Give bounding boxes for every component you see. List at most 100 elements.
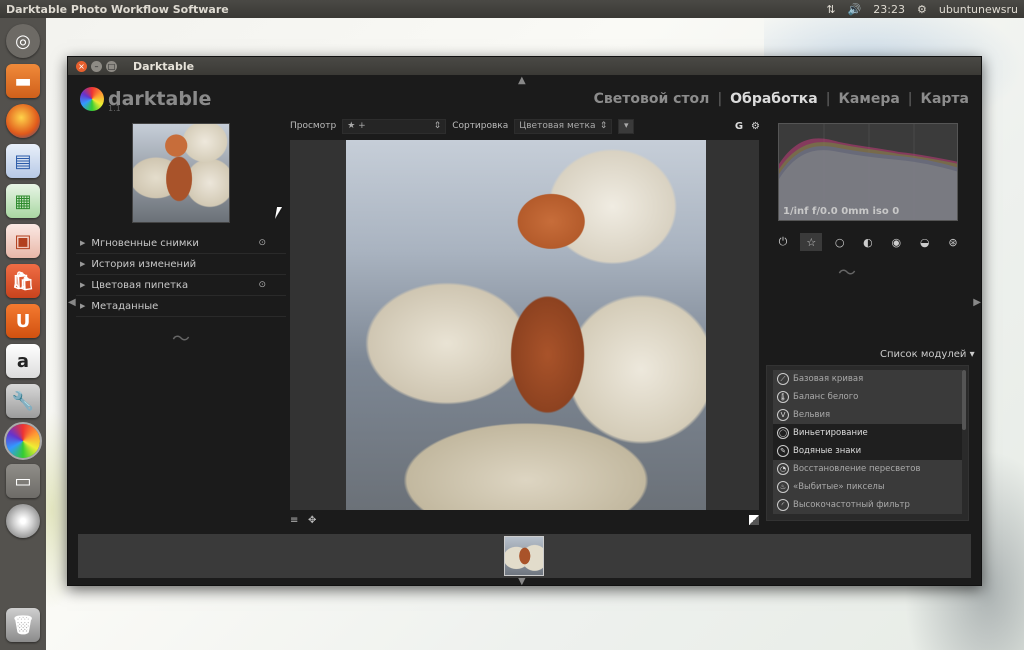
module-highpass[interactable]: ◜ Высокочастотный фильтр — [773, 496, 962, 514]
expand-triangle-icon: ▶ — [80, 302, 86, 310]
favorites-icon[interactable]: ☆ — [800, 233, 823, 251]
module-label: Базовая кривая — [793, 374, 864, 384]
module-vignette[interactable]: ◯ Виньетирование — [773, 424, 962, 442]
module-list-header[interactable]: Список модулей ▾ — [880, 349, 975, 360]
grouping-icon[interactable]: G — [735, 121, 743, 132]
active-modules-icon[interactable]: ⏻ — [772, 233, 794, 251]
watermark-icon: ✎ — [777, 445, 789, 457]
vignette-icon: ◯ — [777, 427, 789, 439]
highlight-icon: ◔ — [777, 463, 789, 475]
module-groups: ⏻ ☆ ○ ◐ ◉ ◒ ⊛ — [768, 233, 968, 251]
darktable-logo-icon — [80, 87, 104, 111]
overlay-icon[interactable]: ✥ — [308, 515, 316, 526]
impress-icon[interactable]: ▣ — [6, 224, 40, 258]
view-darkroom[interactable]: Обработка — [730, 91, 818, 107]
module-white-balance[interactable]: 🌡 Баланс белого — [773, 388, 962, 406]
navigation-thumbnail[interactable] — [132, 123, 230, 223]
filmstrip — [78, 534, 971, 578]
workspace-switcher-icon[interactable]: ▭ — [6, 464, 40, 498]
view-tethering[interactable]: Камера — [838, 91, 899, 107]
darktable-logo: darktable 1.1 — [80, 87, 211, 113]
section-label: Мгновенные снимки — [91, 237, 199, 249]
system-settings-icon[interactable]: 🔧 — [6, 384, 40, 418]
module-velvia[interactable]: V Вельвия — [773, 406, 962, 424]
sort-order-button[interactable]: ▾ — [618, 118, 635, 134]
active-app-title: Darktable Photo Workflow Software — [6, 2, 229, 16]
histogram[interactable]: 1/inf f/0.0 0mm iso 0 — [778, 123, 958, 221]
gear-icon[interactable]: ⚙ — [917, 3, 927, 16]
section-label: История изменений — [91, 258, 197, 270]
module-reset-icon[interactable]: ⊙ — [258, 280, 266, 290]
tone-group-icon[interactable]: ◐ — [857, 233, 879, 251]
top-toolbar: Просмотр ★ + ⇕ Сортировка Цветовая метка… — [290, 117, 760, 135]
section-label: Цветовая пипетка — [91, 279, 189, 291]
software-center-icon[interactable]: 🛍 — [6, 264, 40, 298]
ubuntu-one-icon[interactable]: U — [6, 304, 40, 338]
section-history[interactable]: ▶ История изменений — [76, 254, 286, 275]
gear-icon[interactable]: ⚙ — [751, 121, 760, 132]
module-reset-icon[interactable]: ⊙ — [258, 238, 266, 248]
close-icon[interactable]: × — [76, 60, 87, 72]
system-tray: ⇅ 🔊 23:23 ⚙ ubuntunewsru — [826, 3, 1018, 16]
center-bottom-toolbar: ≡ ✥ — [290, 515, 759, 529]
dropdown-arrow-icon: ⇕ — [433, 121, 442, 131]
disc-icon[interactable] — [6, 504, 40, 538]
darktable-icon[interactable] — [4, 422, 42, 460]
minimize-icon[interactable]: – — [91, 60, 102, 72]
left-panel-toggle-icon[interactable]: ◀ — [68, 297, 76, 308]
expand-triangle-icon: ▶ — [80, 239, 86, 247]
right-panel-toggle-icon[interactable]: ▶ — [973, 297, 981, 308]
center-view[interactable] — [290, 140, 759, 510]
sort-order-icon: ▾ — [624, 121, 629, 131]
edited-photo[interactable] — [346, 140, 706, 510]
user-name[interactable]: ubuntunewsru — [939, 3, 1018, 16]
sort-value: Цветовая метка — [519, 121, 596, 131]
color-group-icon[interactable]: ◉ — [885, 233, 907, 251]
view-map[interactable]: Карта — [921, 91, 969, 107]
sort-label: Сортировка — [452, 121, 509, 131]
view-switcher: Световой стол | Обработка | Камера | Кар… — [594, 91, 969, 107]
writer-icon[interactable]: ▤ — [6, 144, 40, 178]
clock[interactable]: 23:23 — [873, 3, 905, 16]
files-icon[interactable]: ▬ — [6, 64, 40, 98]
section-metadata[interactable]: ▶ Метаданные — [76, 296, 286, 317]
menu-icon[interactable]: ≡ — [290, 515, 298, 526]
toolbar-right: G ⚙ — [735, 121, 760, 132]
section-color-picker[interactable]: ▶ Цветовая пипетка ⊙ — [76, 275, 286, 296]
section-snapshots[interactable]: ▶ Мгновенные снимки ⊙ — [76, 233, 286, 254]
window-titlebar: × – □ Darktable — [68, 57, 981, 75]
base-curve-icon: ⟋ — [777, 373, 789, 385]
module-label: «Выбитые» пикселы — [793, 482, 885, 492]
module-highlight-reconstruction[interactable]: ◔ Восстановление пересветов — [773, 460, 962, 478]
window-title: Darktable — [133, 59, 195, 73]
darktable-window: × – □ Darktable ▲ ◀ ▶ ▼ darktable 1.1 Св… — [67, 56, 982, 587]
trash-icon[interactable]: 🗑 — [6, 608, 40, 642]
amazon-icon[interactable]: a — [6, 344, 40, 378]
module-base-curve[interactable]: ⟋ Базовая кривая — [773, 370, 962, 388]
basic-group-icon[interactable]: ○ — [829, 233, 851, 251]
calc-icon[interactable]: ▦ — [6, 184, 40, 218]
top-panel-toggle-icon[interactable]: ▲ — [518, 75, 526, 86]
module-label: Высокочастотный фильтр — [793, 500, 910, 510]
launcher: ◎ ▬ ▤ ▦ ▣ 🛍 U a 🔧 ▭ 🗑 — [0, 18, 46, 650]
overexposure-icon[interactable] — [749, 515, 759, 525]
view-filter-dropdown[interactable]: ★ + ⇕ — [342, 118, 447, 134]
navigation-image — [133, 124, 229, 222]
network-icon[interactable]: ⇅ — [826, 3, 835, 16]
top-panel: Darktable Photo Workflow Software ⇅ 🔊 23… — [0, 0, 1024, 18]
volume-icon[interactable]: 🔊 — [848, 3, 862, 16]
module-hot-pixels[interactable]: ♨ «Выбитые» пикселы — [773, 478, 962, 496]
view-lighttable[interactable]: Световой стол — [594, 91, 710, 107]
correct-group-icon[interactable]: ◒ — [914, 233, 936, 251]
ubuntu-dash-icon[interactable]: ◎ — [6, 24, 40, 58]
scrollbar[interactable] — [962, 370, 966, 430]
view-separator: | — [907, 91, 913, 107]
velvia-icon: V — [777, 409, 789, 421]
sort-dropdown[interactable]: Цветовая метка ⇕ — [514, 118, 613, 134]
firefox-icon[interactable] — [6, 104, 40, 138]
module-label: Баланс белого — [793, 392, 859, 402]
module-watermark[interactable]: ✎ Водяные знаки — [773, 442, 962, 460]
effect-group-icon[interactable]: ⊛ — [942, 233, 964, 251]
maximize-icon[interactable]: □ — [106, 60, 117, 72]
filmstrip-thumbnail[interactable] — [504, 536, 544, 576]
